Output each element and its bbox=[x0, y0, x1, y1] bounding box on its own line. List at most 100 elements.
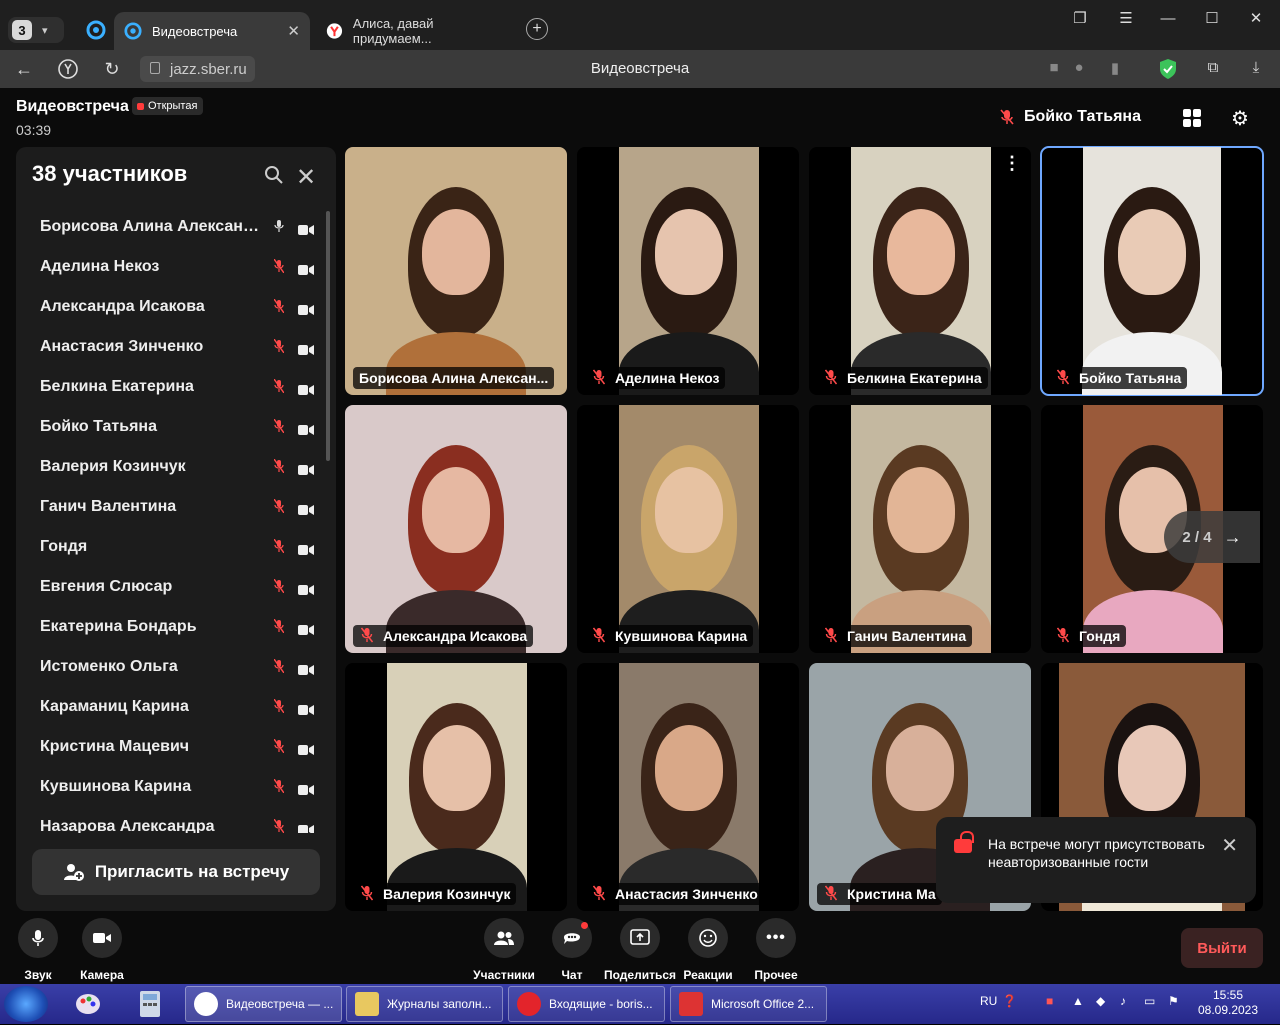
participant-row[interactable]: Бойко Татьяна bbox=[16, 407, 336, 447]
taskbar-folder[interactable]: Журналы заполн... bbox=[346, 986, 503, 1022]
participant-row[interactable]: Гондя bbox=[16, 527, 336, 567]
help-icon[interactable]: ❓ bbox=[1002, 994, 1017, 1008]
camera-icon[interactable] bbox=[298, 502, 314, 515]
close-window-icon[interactable]: ✕ bbox=[1236, 8, 1276, 28]
grid-layout-icon[interactable] bbox=[1180, 106, 1204, 130]
close-toast-icon[interactable]: ✕ bbox=[1221, 833, 1238, 858]
back-icon[interactable]: ← bbox=[12, 59, 36, 80]
participant-row[interactable]: Аделина Некоз bbox=[16, 247, 336, 287]
close-tab-icon[interactable]: ✕ bbox=[287, 22, 300, 40]
video-tile[interactable]: Кувшинова Карина bbox=[577, 405, 799, 653]
clock[interactable]: 15:55 08.09.2023 bbox=[1196, 988, 1260, 1018]
participant-row[interactable]: Назарова Александра bbox=[16, 807, 336, 833]
extensions-icon[interactable]: ⧉ bbox=[1202, 59, 1224, 76]
muted-mic-icon[interactable] bbox=[272, 658, 286, 676]
tile-more-icon[interactable]: ⋮ bbox=[1003, 153, 1021, 174]
protect-shield-icon[interactable] bbox=[1157, 57, 1179, 81]
tab-count-button[interactable]: 3 ▾ bbox=[8, 17, 64, 43]
participants-button[interactable]: Участники bbox=[469, 918, 539, 982]
camera-icon[interactable] bbox=[298, 742, 314, 755]
camera-icon[interactable] bbox=[298, 702, 314, 715]
muted-mic-icon[interactable] bbox=[272, 498, 286, 516]
participant-row[interactable]: Борисова Алина Александ... bbox=[16, 207, 336, 247]
yandex-home-icon[interactable] bbox=[56, 58, 80, 80]
taskbar-office[interactable]: Microsoft Office 2... bbox=[670, 986, 827, 1022]
muted-mic-icon[interactable] bbox=[272, 418, 286, 436]
video-tile[interactable]: Ганич Валентина bbox=[809, 405, 1031, 653]
muted-mic-icon[interactable] bbox=[272, 578, 286, 596]
flag-icon[interactable]: ⚑ bbox=[1168, 994, 1179, 1008]
reload-icon[interactable]: ↻ bbox=[100, 59, 124, 80]
reactions-button[interactable]: Реакции bbox=[673, 918, 743, 982]
muted-mic-icon[interactable] bbox=[272, 258, 286, 276]
chat-button[interactable]: Чат bbox=[537, 918, 607, 982]
participant-row[interactable]: Валерия Козинчук bbox=[16, 447, 336, 487]
participant-row[interactable]: Ганич Валентина bbox=[16, 487, 336, 527]
tab-videomeeting[interactable]: Видеовстреча ✕ bbox=[114, 12, 310, 50]
participant-row[interactable]: Анастасия Зинченко bbox=[16, 327, 336, 367]
video-tile[interactable]: Борисова Алина Алексан... bbox=[345, 147, 567, 395]
paint-app-icon[interactable] bbox=[72, 988, 104, 1020]
search-icon[interactable] bbox=[264, 165, 284, 185]
camera-icon[interactable] bbox=[298, 582, 314, 595]
page-next-button[interactable]: 2 / 4 → bbox=[1164, 511, 1260, 563]
muted-mic-icon[interactable] bbox=[272, 698, 286, 716]
participant-row[interactable]: Белкина Екатерина bbox=[16, 367, 336, 407]
participant-row[interactable]: Караманиц Карина bbox=[16, 687, 336, 727]
minimize-icon[interactable]: — bbox=[1148, 8, 1188, 28]
downloads-icon[interactable]: ⤓ bbox=[1245, 59, 1267, 76]
muted-mic-icon[interactable] bbox=[272, 298, 286, 316]
invite-button[interactable]: Пригласить на встречу bbox=[32, 849, 320, 895]
camera-button[interactable]: Камера bbox=[67, 918, 137, 982]
muted-mic-icon[interactable] bbox=[272, 618, 286, 636]
tab-alisa[interactable]: Алиса, давай придумаем... bbox=[316, 12, 516, 50]
camera-icon[interactable] bbox=[298, 462, 314, 475]
volume-icon[interactable]: ♪ bbox=[1120, 994, 1126, 1008]
antivirus-icon[interactable]: ◆ bbox=[1096, 994, 1105, 1008]
participant-row[interactable]: Истоменко Ольга bbox=[16, 647, 336, 687]
muted-mic-icon[interactable] bbox=[272, 778, 286, 796]
collections-icon[interactable]: ❐ bbox=[1060, 8, 1100, 28]
taskbar-yandex[interactable]: Видеовстреча — ... bbox=[185, 986, 342, 1022]
camera-icon[interactable] bbox=[298, 822, 314, 833]
sound-button[interactable]: Звук bbox=[3, 918, 73, 982]
video-tile[interactable]: Анастасия Зинченко bbox=[577, 663, 799, 911]
camera-icon[interactable] bbox=[298, 262, 314, 275]
more-button[interactable]: ••• Прочее bbox=[741, 918, 811, 982]
bookmark-icon[interactable]: ▮ bbox=[1104, 59, 1126, 77]
calculator-icon[interactable] bbox=[134, 988, 166, 1020]
muted-mic-icon[interactable] bbox=[272, 338, 286, 356]
start-button-icon[interactable] bbox=[4, 986, 48, 1022]
video-tile[interactable]: Александра Исакова bbox=[345, 405, 567, 653]
participant-row[interactable]: Евгения Слюсар bbox=[16, 567, 336, 607]
participants-scrollbar[interactable] bbox=[326, 211, 330, 461]
muted-mic-icon[interactable] bbox=[272, 818, 286, 834]
recording-icon[interactable]: ■ bbox=[1046, 994, 1053, 1008]
video-tile[interactable]: Валерия Козинчук bbox=[345, 663, 567, 911]
taskbar-opera[interactable]: Входящие - boris... bbox=[508, 986, 665, 1022]
display-icon[interactable]: ▭ bbox=[1144, 994, 1155, 1008]
participant-row[interactable]: Кувшинова Карина bbox=[16, 767, 336, 807]
participant-row[interactable]: Кристина Мацевич bbox=[16, 727, 336, 767]
jazz-tab-icon[interactable] bbox=[86, 20, 106, 40]
video-tile[interactable]: Белкина Екатерина ⋮ bbox=[809, 147, 1031, 395]
video-tile[interactable]: Бойко Татьяна bbox=[1040, 146, 1264, 396]
close-panel-icon[interactable]: ✕ bbox=[296, 163, 316, 192]
settings-gear-icon[interactable]: ⚙ bbox=[1228, 106, 1252, 130]
camera-icon[interactable] bbox=[298, 302, 314, 315]
language-indicator[interactable]: RU bbox=[980, 994, 997, 1008]
camera-icon[interactable] bbox=[298, 662, 314, 675]
network-icon[interactable]: ▲ bbox=[1072, 994, 1084, 1008]
camera-icon[interactable] bbox=[298, 622, 314, 635]
share-button[interactable]: Поделиться bbox=[604, 918, 676, 982]
mic-icon[interactable] bbox=[272, 219, 286, 236]
video-tile[interactable]: Аделина Некоз bbox=[577, 147, 799, 395]
muted-mic-icon[interactable] bbox=[272, 378, 286, 396]
camera-icon[interactable] bbox=[298, 222, 314, 235]
muted-mic-icon[interactable] bbox=[272, 738, 286, 756]
camera-icon[interactable] bbox=[298, 782, 314, 795]
muted-mic-icon[interactable] bbox=[272, 538, 286, 556]
participant-row[interactable]: Александра Исакова bbox=[16, 287, 336, 327]
camera-icon[interactable] bbox=[298, 382, 314, 395]
maximize-icon[interactable]: ☐ bbox=[1192, 8, 1232, 28]
